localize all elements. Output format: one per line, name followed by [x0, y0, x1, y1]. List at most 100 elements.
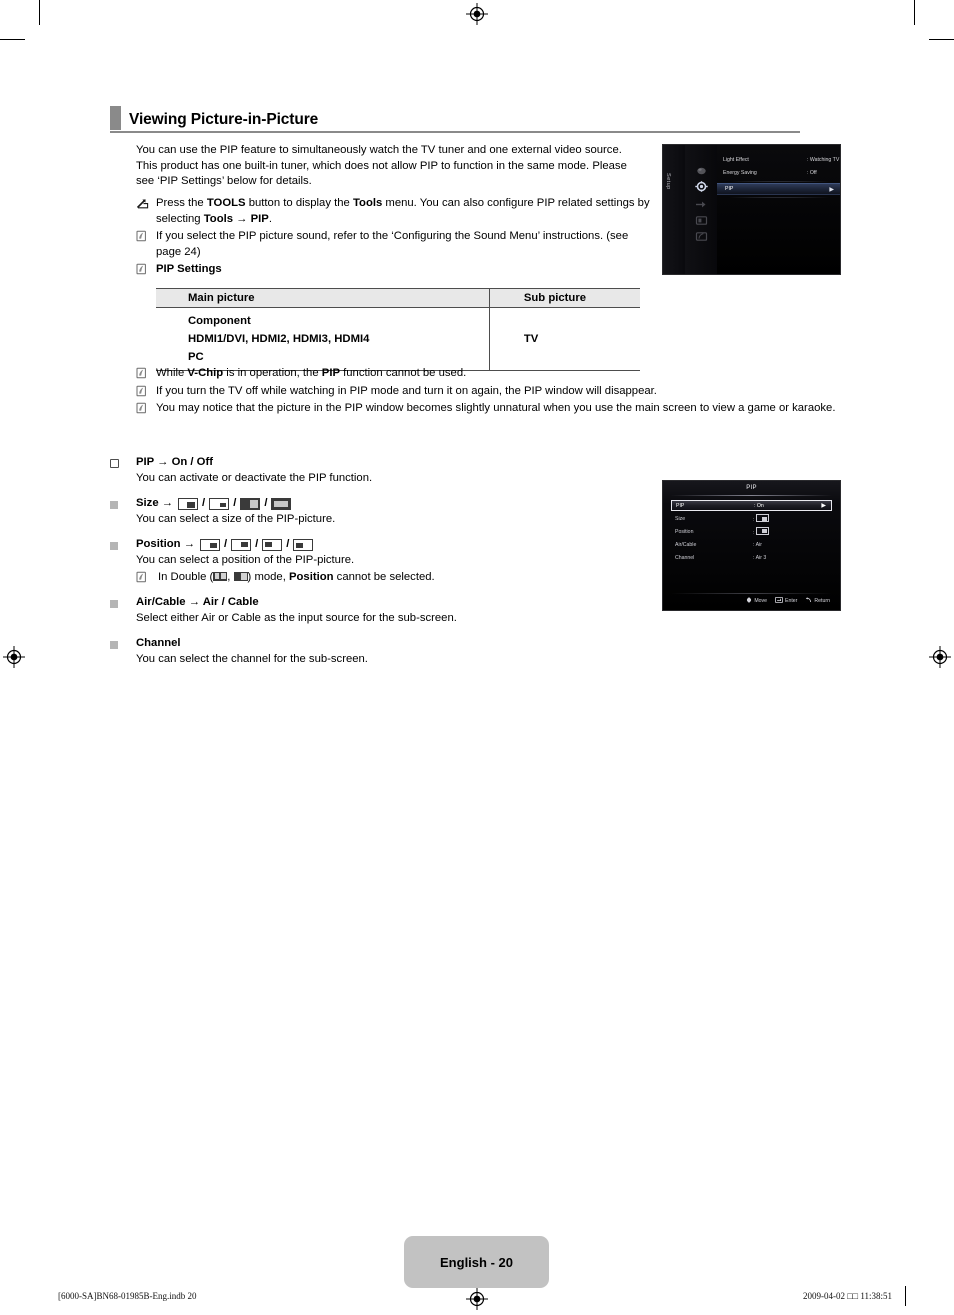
bullet-filled-square-icon — [110, 636, 136, 651]
main-picture-value-2: PC — [188, 351, 204, 363]
size-box-icon — [755, 514, 769, 522]
pos-top-right-icon — [231, 539, 252, 552]
note-pip-settings-body: PIP Settings — [156, 262, 656, 278]
option-size-title: Size → — [136, 497, 174, 510]
note-tools-b2: Tools — [352, 197, 383, 209]
note-tools-t2: button to display the — [245, 197, 353, 209]
osd-pip-value-4: : Air 3 — [753, 554, 767, 561]
osd-pip-value-3: : Air — [753, 541, 762, 548]
notes-after-table: While V-Chip is in operation, the PIP fu… — [136, 366, 846, 419]
double-wide-2-icon — [271, 497, 292, 510]
note-icon — [136, 263, 156, 279]
subnote-b1: Position — [288, 570, 334, 583]
pip-options-list: PIP → On / Off You can activate or deact… — [110, 455, 670, 678]
osd-pip-row-size[interactable]: Size : — [671, 513, 832, 524]
note-icon — [136, 230, 156, 246]
crop-mark-top-left-v — [39, 0, 40, 25]
osd-footer-enter[interactable]: Enter — [775, 597, 797, 605]
title-underline — [110, 131, 800, 133]
note-sound: If you select the PIP picture sound, ref… — [136, 229, 656, 260]
return-icon — [805, 597, 812, 605]
sub-picture-value: TV — [488, 307, 640, 371]
option-channel: Channel You can select the channel for t… — [110, 636, 670, 667]
osd-pip-title-rule — [671, 495, 832, 496]
registration-mark-bottom — [466, 1288, 488, 1310]
document-page: Viewing Picture-in-Picture You can use t… — [0, 0, 954, 1315]
note-sound-text: If you select the PIP picture sound, ref… — [156, 230, 629, 258]
osd-pip-row-channel[interactable]: Channel : Air 3 — [671, 552, 832, 563]
osd-menu-input-icon — [695, 199, 708, 210]
pip-settings-table: Main picture Sub picture Component HDMI1… — [156, 288, 640, 371]
pos-bottom-left-icon — [293, 539, 314, 552]
osd-setup-row-light-effect[interactable]: Light Effect : Watching TV — [717, 154, 840, 166]
subnote-t4: cannot be selected. — [333, 570, 435, 583]
note-vchip-b1: V-Chip — [187, 367, 224, 379]
option-pip-title: PIP → On / Off — [136, 456, 213, 468]
size-small-icon — [209, 497, 230, 510]
osd-setup-icon-column — [685, 145, 717, 274]
intro-paragraph-block: You can use the PIP feature to simultane… — [136, 143, 636, 190]
note-icon — [136, 571, 158, 587]
osd-setup-menu-screenshot: Setup Light Effect : Watching TV Energy … — [662, 144, 841, 275]
osd-pip-label-4: Channel — [675, 554, 695, 561]
osd-pip-label-2: Position — [675, 528, 694, 535]
col-header-main-picture: Main picture — [156, 288, 490, 308]
note-tools-body: Press the TOOLS button to display the To… — [156, 196, 656, 227]
pip-settings-label: PIP Settings — [156, 263, 222, 276]
subnote-t1: In Double ( — [158, 570, 214, 583]
pos-bottom-right-icon — [200, 539, 220, 552]
osd-footer-move[interactable]: Move — [746, 597, 767, 605]
note-unnatural: You may notice that the picture in the P… — [136, 401, 846, 417]
crop-mark-top-right-v — [914, 0, 915, 25]
osd-setup-divider-bottom — [723, 197, 836, 198]
osd-setup-label-1: Energy Saving — [723, 170, 757, 176]
osd-pip-menu-screenshot: PIP PIP : On ▶ Size : Position : Air/Cab… — [662, 480, 841, 611]
note-vchip-t1: While — [156, 367, 188, 379]
note-unnatural-body: You may notice that the picture in the P… — [156, 401, 846, 417]
option-channel-description: You can select the channel for the sub-s… — [136, 652, 368, 665]
move-icon — [746, 597, 752, 605]
osd-pip-label-1: Size — [675, 515, 686, 522]
size-large-icon — [178, 497, 199, 510]
intro-paragraph: You can use the PIP feature to simultane… — [136, 144, 627, 188]
osd-pip-colon-1: : — [753, 517, 755, 523]
osd-pip-value-1: : — [753, 514, 769, 523]
osd-setup-row-energy-saving[interactable]: Energy Saving : Off — [717, 167, 840, 179]
double-wide-1-icon — [240, 497, 261, 510]
main-picture-value-1: HDMI1/DVI, HDMI2, HDMI3, HDMI4 — [188, 333, 370, 345]
col-header-sub-picture: Sub picture — [488, 288, 640, 308]
osd-setup-row-pip[interactable]: PIP ▶ — [717, 183, 840, 195]
note-pip-settings: PIP Settings — [136, 262, 656, 278]
page-title-row: Viewing Picture-in-Picture — [110, 106, 800, 130]
osd-footer-return-label: Return — [814, 598, 830, 604]
osd-pip-value-0: : On — [754, 502, 764, 509]
option-pip: PIP → On / Off You can activate or deact… — [110, 455, 670, 486]
page-number-badge: English - 20 — [404, 1236, 549, 1288]
footer-timestamp: 2009-04-02 □□ 11:38:51 — [802, 1291, 892, 1301]
note-unnatural-text: You may notice that the picture in the P… — [156, 402, 836, 415]
note-tools: Press the TOOLS button to display the To… — [136, 196, 656, 227]
osd-footer-return[interactable]: Return — [805, 597, 830, 605]
note-icon — [136, 385, 156, 401]
osd-pip-value-2: : — [753, 527, 769, 536]
osd-pip-row-position[interactable]: Position : — [671, 526, 832, 537]
osd-setup-divider-top — [723, 181, 836, 182]
page-number-label: English - 20 — [440, 1254, 513, 1270]
osd-pip-row-pip[interactable]: PIP : On ▶ — [671, 500, 832, 511]
osd-pip-row-air-cable[interactable]: Air/Cable : Air — [671, 539, 832, 550]
option-position-subnote: In Double (, ) mode, Position cannot be … — [110, 570, 670, 586]
option-channel-title: Channel — [136, 637, 181, 650]
double-wide-inline-2-icon — [233, 571, 248, 581]
note-turnoff-body: If you turn the TV off while watching in… — [156, 384, 846, 400]
note-vchip-t3: function cannot be used. — [340, 367, 467, 379]
note-tools-b1: TOOLS — [206, 197, 246, 209]
tools-icon — [136, 197, 156, 213]
page-title: Viewing Picture-in-Picture — [129, 111, 319, 128]
chevron-right-icon: ▶ — [821, 503, 826, 509]
crop-mark-top-right-h — [929, 39, 954, 40]
osd-pip-footer: Move Enter Return — [663, 597, 840, 605]
note-tools-b3: Tools → PIP — [203, 212, 269, 225]
registration-mark-left — [3, 646, 25, 668]
osd-menu-setup-icon — [695, 181, 708, 192]
note-tools-t1: Press the — [156, 197, 207, 209]
